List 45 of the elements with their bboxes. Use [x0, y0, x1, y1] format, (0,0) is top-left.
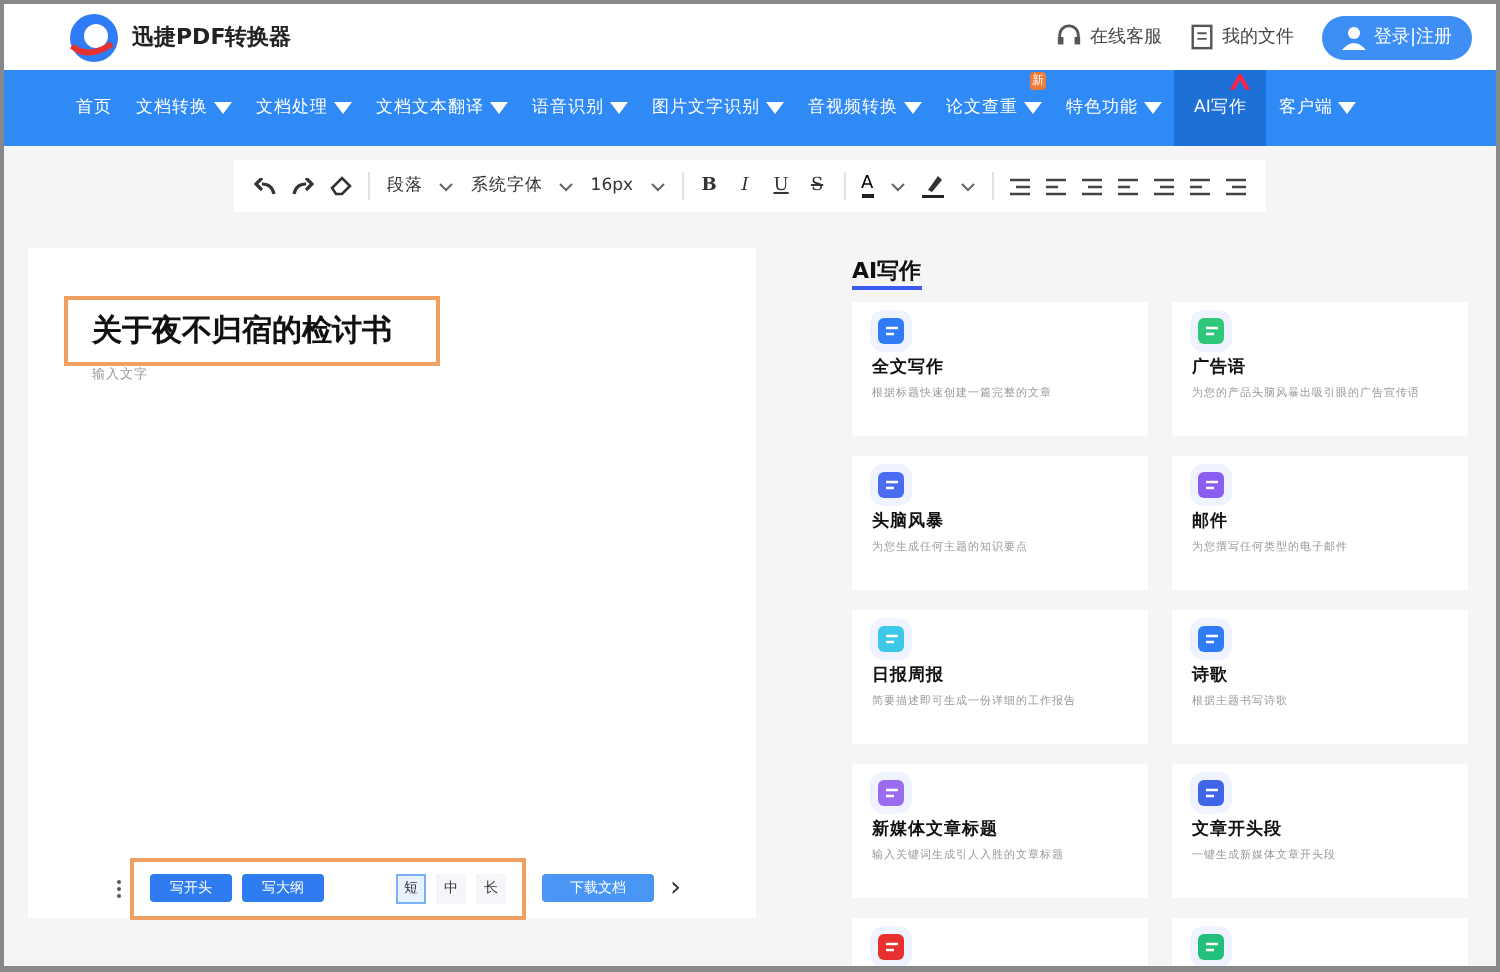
- user-icon: [1341, 25, 1366, 49]
- card-title: 邮件: [1192, 510, 1230, 534]
- align-icon[interactable]: [1153, 177, 1174, 195]
- title-field[interactable]: 关于夜不归宿的检讨书: [64, 296, 440, 366]
- card-title: 新媒体文章标题: [872, 818, 1000, 842]
- align-icon[interactable]: [1117, 177, 1138, 195]
- align-icon[interactable]: [1225, 177, 1246, 195]
- panel-title: AI写作: [852, 256, 922, 290]
- font-dropdown[interactable]: 系统字体: [470, 174, 543, 198]
- eraser-icon[interactable]: [330, 176, 353, 196]
- text-style-button[interactable]: I: [735, 176, 756, 196]
- align-icon[interactable]: [1045, 177, 1066, 195]
- nav-item[interactable]: AI写作: [1174, 70, 1267, 146]
- card-title: 全文写作: [872, 356, 946, 380]
- files-link[interactable]: 我的文件: [1221, 24, 1294, 50]
- document-icon: [1189, 24, 1214, 50]
- arrow-marker-icon: [1230, 74, 1251, 90]
- service-link[interactable]: 在线客服: [1089, 24, 1162, 50]
- chevron-icon: [889, 181, 906, 191]
- undo-icon[interactable]: [254, 177, 277, 195]
- redo-icon[interactable]: [292, 177, 315, 195]
- font-color-button[interactable]: A: [861, 174, 874, 198]
- logo-icon: [68, 11, 120, 63]
- drag-handle-icon[interactable]: [116, 879, 122, 897]
- next-button[interactable]: ›: [670, 872, 682, 904]
- align-icon[interactable]: [1081, 177, 1102, 195]
- card-title: 诗歌: [1192, 664, 1230, 688]
- paragraph-dropdown[interactable]: 段落: [386, 174, 423, 198]
- text-style-button[interactable]: B: [699, 176, 720, 196]
- headset-icon: [1055, 24, 1082, 50]
- text-style-button[interactable]: S: [807, 176, 828, 196]
- chevron-icon: [649, 181, 666, 191]
- chevron-icon: [558, 181, 575, 191]
- align-icon[interactable]: [1189, 177, 1210, 195]
- text-style-button[interactable]: U: [771, 176, 792, 196]
- chevron-icon: [438, 181, 455, 191]
- highlighter-icon[interactable]: [921, 174, 944, 198]
- size-dropdown[interactable]: 16px: [590, 176, 634, 196]
- card-title: 头脑风暴: [872, 510, 946, 534]
- brand-name: 迅捷PDF转换器: [132, 22, 292, 52]
- align-icon[interactable]: [1009, 177, 1030, 195]
- chevron-icon: [959, 181, 976, 191]
- card-title: 广告语: [1192, 356, 1248, 380]
- card-title: 文章开头段: [1192, 818, 1284, 842]
- card-title: 日报周报: [872, 664, 946, 688]
